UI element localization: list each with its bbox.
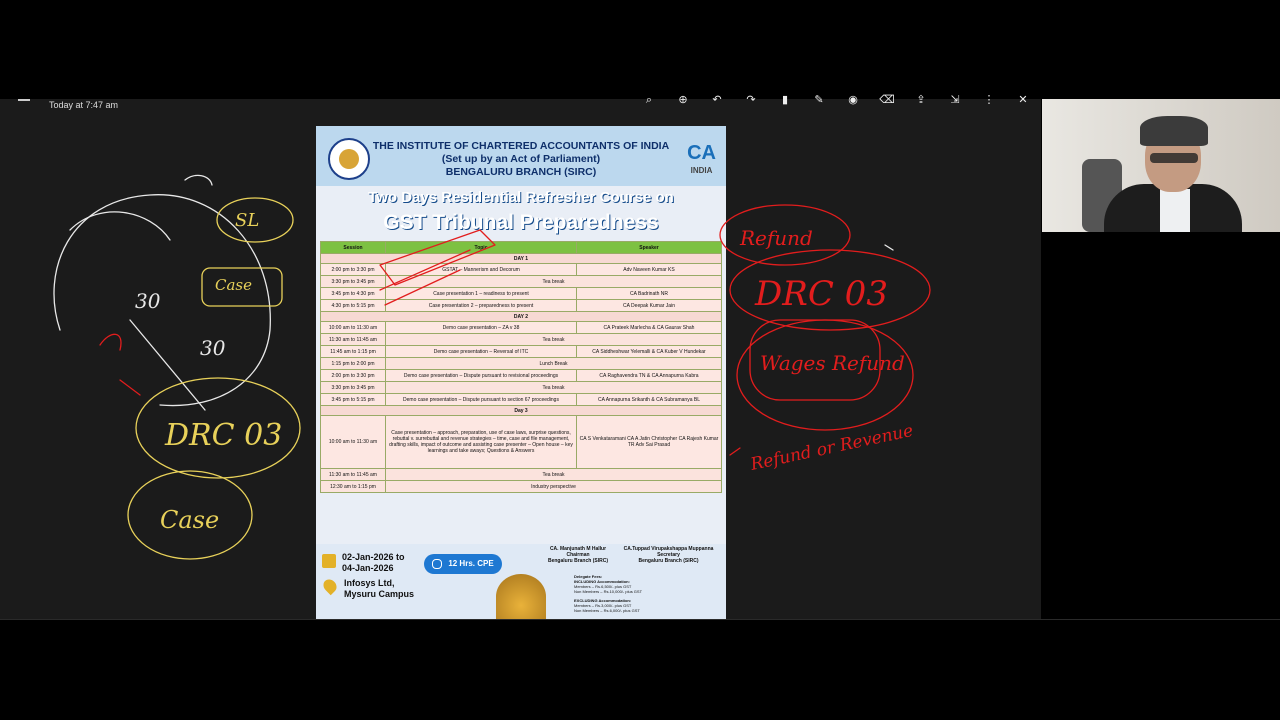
ink-text-wages: Wages Refund xyxy=(760,351,905,375)
handwritten-annotations: SL 30 30 DRC 03 Case Case Refund DRC 03 … xyxy=(53,174,931,560)
ink-white-cursor xyxy=(884,244,894,251)
webcam-person-glasses xyxy=(1150,153,1198,163)
ink-red-poster-scribble xyxy=(379,249,471,306)
ink-white-mark xyxy=(184,174,213,186)
ink-text-drc03-left: DRC 03 xyxy=(164,418,282,453)
ink-red-poster-box xyxy=(379,229,496,286)
ink-text-case-bottom: Case xyxy=(160,506,219,534)
divider xyxy=(0,619,1280,620)
webcam-person-cap xyxy=(1140,116,1208,146)
ink-red-wages-circle xyxy=(736,319,914,431)
webcam-feed xyxy=(1042,99,1280,232)
ink-red-left xyxy=(99,333,141,396)
webcam-person-shirt xyxy=(1160,189,1190,232)
ink-text-refund: Refund xyxy=(739,226,813,250)
ink-red-tick xyxy=(729,447,741,456)
ink-text-case-top: Case xyxy=(215,276,252,294)
ink-text-30a: 30 xyxy=(135,289,161,313)
ink-text-30b: 30 xyxy=(200,336,226,360)
ink-text-drc03-right: DRC 03 xyxy=(754,274,888,314)
ink-text-refund-or-revenue: Refund or Revenue xyxy=(748,421,915,475)
ink-text-sl: SL xyxy=(235,210,259,231)
